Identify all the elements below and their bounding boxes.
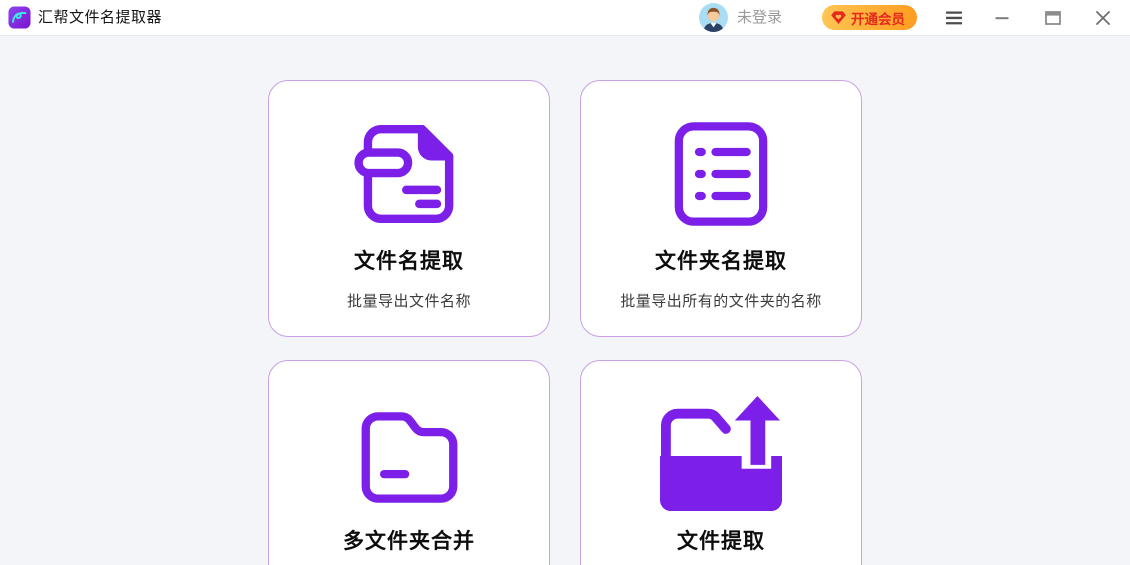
folder-upload-icon — [581, 394, 861, 514]
card-subtitle: 批量导出文件名称 — [269, 290, 549, 311]
maximize-icon[interactable] — [1044, 9, 1062, 27]
card-subtitle: 批量导出所有的文件夹的名称 — [581, 290, 861, 311]
card-title: 多文件夹合并 — [269, 525, 549, 555]
list-icon — [581, 114, 861, 234]
vip-gem-heart-icon — [830, 9, 847, 26]
window-title: 汇帮文件名提取器 — [38, 0, 162, 36]
login-status[interactable]: 未登录 — [737, 0, 782, 36]
open-vip-button[interactable]: 开通会员 — [822, 5, 917, 30]
app-logo-icon — [8, 6, 31, 29]
card-title: 文件提取 — [581, 525, 861, 555]
folder-outline-icon — [269, 394, 549, 514]
card-file-name-extract[interactable]: 文件名提取 批量导出文件名称 — [268, 80, 550, 337]
titlebar: 汇帮文件名提取器 未登录 开通会员 — [0, 0, 1130, 36]
card-folder-name-extract[interactable]: 文件夹名提取 批量导出所有的文件夹的名称 — [580, 80, 862, 337]
menu-icon[interactable] — [945, 9, 963, 27]
card-title: 文件夹名提取 — [581, 245, 861, 275]
open-vip-label: 开通会员 — [851, 8, 905, 28]
card-file-extract[interactable]: 文件提取 — [580, 360, 862, 565]
card-title: 文件名提取 — [269, 245, 549, 275]
card-multi-folder-merge[interactable]: 多文件夹合并 — [268, 360, 550, 565]
document-tag-icon — [269, 114, 549, 234]
user-avatar-icon[interactable] — [699, 3, 728, 32]
close-icon[interactable] — [1094, 9, 1112, 27]
minimize-icon[interactable] — [993, 9, 1011, 27]
